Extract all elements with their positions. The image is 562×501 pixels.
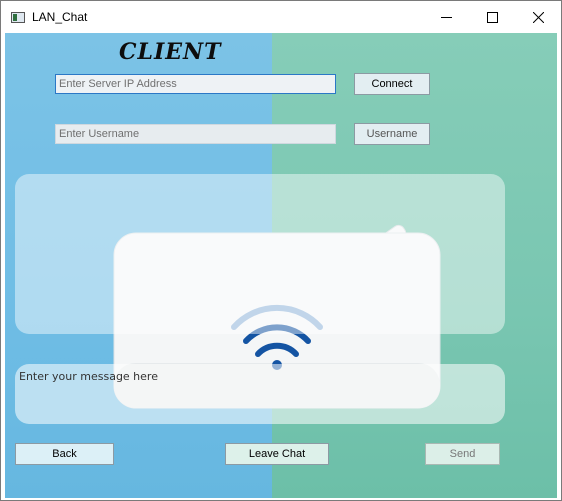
send-button[interactable]: Send <box>425 443 500 465</box>
username-input[interactable] <box>55 124 336 144</box>
window-controls <box>423 1 561 33</box>
app-window: LAN_Chat CLIENT Enter Server IP Address … <box>0 0 562 501</box>
server-ip-input[interactable] <box>55 74 336 94</box>
client-area: CLIENT Connect Username Back Leave Chat … <box>5 33 557 498</box>
close-icon <box>532 11 544 23</box>
chat-messages-area[interactable] <box>15 174 505 334</box>
app-window-icon <box>11 11 25 23</box>
minimize-icon <box>440 16 452 18</box>
minimize-button[interactable] <box>423 1 469 33</box>
client-heading: CLIENT <box>119 39 222 65</box>
close-button[interactable] <box>515 1 561 33</box>
username-button[interactable]: Username <box>354 123 430 145</box>
maximize-button[interactable] <box>469 1 515 33</box>
back-button[interactable]: Back <box>15 443 114 465</box>
leave-chat-button[interactable]: Leave Chat <box>225 443 329 465</box>
title-bar[interactable]: LAN_Chat <box>1 1 561 33</box>
connect-button[interactable]: Connect <box>354 73 430 95</box>
window-title: LAN_Chat <box>32 10 88 24</box>
maximize-icon <box>486 11 498 23</box>
message-input[interactable] <box>15 364 505 424</box>
